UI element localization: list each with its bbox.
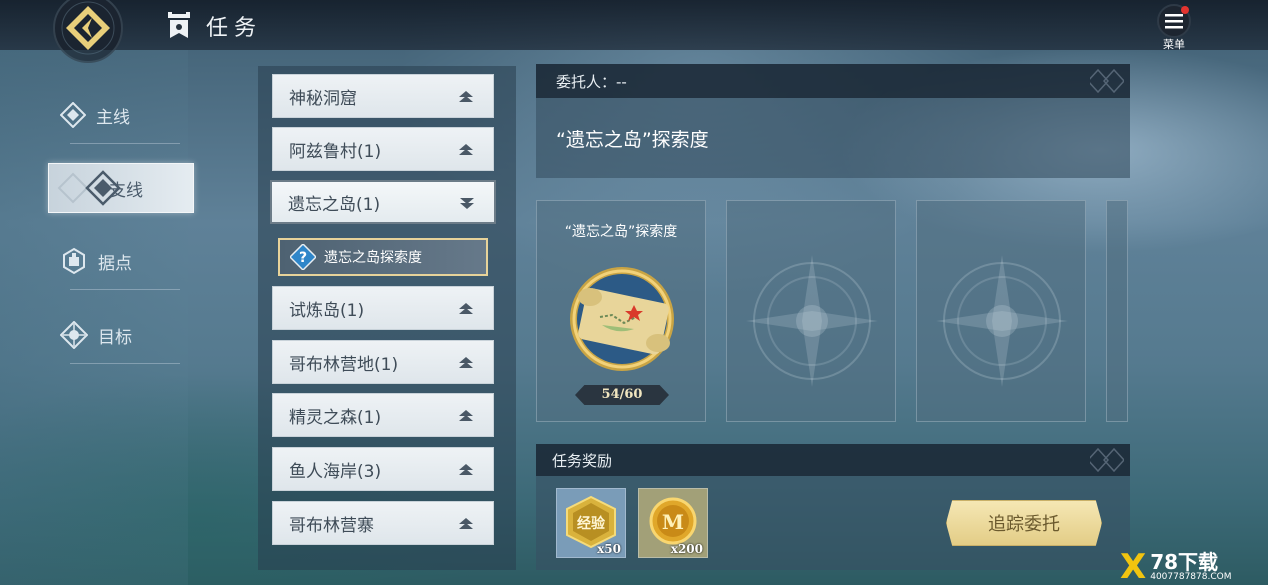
expand-arrow-icon [460,198,474,209]
collapse-arrow-icon [459,144,473,155]
quest-group-item[interactable]: 阿兹鲁村(1) [272,127,494,171]
locked-emblem-icon [936,255,1068,387]
quest-group-item[interactable]: 哥布林营地(1) [272,340,494,384]
reward-gold[interactable]: M x200 [638,488,708,558]
divider [70,143,180,144]
quest-group-label: 哥布林营地(1) [289,354,399,375]
quest-group-item[interactable]: 精灵之森(1) [272,393,494,437]
notification-dot [1181,6,1189,14]
target-icon [60,321,88,349]
collapse-arrow-icon [459,464,473,475]
quest-group-label: 精灵之森(1) [289,407,382,428]
watermark-main: 78下载 [1150,549,1219,574]
client-label: 委托人：-- [556,72,627,91]
locked-card [726,200,896,422]
nav-label: 目标 [98,327,132,348]
menu-label: 菜单 [1163,38,1185,51]
quest-group-label: 遗忘之岛(1) [288,194,381,215]
reward-header: 任务奖励 [536,444,1130,476]
svg-text:?: ? [299,250,307,266]
quest-group-label: 神秘洞窟 [289,88,357,109]
menu-icon [1157,4,1191,38]
nav-main-quest[interactable]: 主线 [60,92,180,144]
question-icon: ? [290,244,316,270]
svg-text:经验: 经验 [577,515,606,532]
nav-label: 据点 [98,253,132,274]
stronghold-icon [63,247,85,275]
collapse-arrow-icon [459,518,473,529]
watermark-mark: X [1120,546,1147,585]
diamond-icon [60,102,86,128]
locked-emblem-icon [746,255,878,387]
progress-card[interactable]: “遗忘之岛”探索度 54/60 [536,200,706,422]
quest-group-item[interactable]: 神秘洞窟 [272,74,494,118]
quest-group-label: 试炼岛(1) [289,300,365,321]
collapse-arrow-icon [459,91,473,102]
quest-banner-icon [168,12,190,38]
page-title: 任务 [206,16,263,41]
corner-ornament-icon [1090,68,1124,94]
divider [70,289,180,290]
collapse-arrow-icon [459,303,473,314]
watermark-logo: X 78下载 4007787878.COM [1120,548,1268,585]
quest-group-label: 哥布林营寨 [289,515,374,536]
nav-label: 支线 [109,180,143,201]
collapse-arrow-icon [459,410,473,421]
quest-group-label: 阿兹鲁村(1) [289,141,382,162]
nav-target[interactable]: 目标 [60,312,180,364]
quest-description: “遗忘之岛”探索度 [536,98,1130,178]
progress-value: 54/60 [575,385,669,405]
menu-button[interactable]: 菜单 [1152,4,1196,52]
watermark-sub: 4007787878.COM [1150,571,1232,582]
card-title: “遗忘之岛”探索度 [564,224,678,240]
quest-group-item-expanded[interactable]: 遗忘之岛(1) [270,180,496,224]
reward-exp[interactable]: 经验 x50 [556,488,626,558]
nav-stronghold[interactable]: 据点 [60,238,180,290]
quest-group-item[interactable]: 试炼岛(1) [272,286,494,330]
divider [70,363,180,364]
reward-qty: x50 [597,542,621,556]
quest-group-item[interactable]: 哥布林营寨 [272,501,494,545]
map-scroll-icon [570,267,674,371]
svg-text:M: M [662,510,684,534]
quest-group-label: 鱼人海岸(3) [289,461,382,482]
reward-qty: x200 [670,542,703,556]
locked-card [916,200,1086,422]
track-quest-button[interactable]: 追踪委托 [946,500,1102,546]
nav-side-quest[interactable]: 支线 [48,163,194,213]
nav-label: 主线 [96,107,130,128]
corner-ornament-icon [1090,447,1124,473]
selected-quest-label: 遗忘之岛探索度 [324,250,422,266]
collapse-arrow-icon [459,357,473,368]
quest-group-item[interactable]: 鱼人海岸(3) [272,447,494,491]
selected-quest-item[interactable]: ? 遗忘之岛探索度 [278,238,488,276]
reward-title: 任务奖励 [552,451,613,470]
client-header: 委托人：-- [536,64,1130,98]
partial-card [1106,200,1128,422]
description-text: “遗忘之岛”探索度 [556,128,709,151]
